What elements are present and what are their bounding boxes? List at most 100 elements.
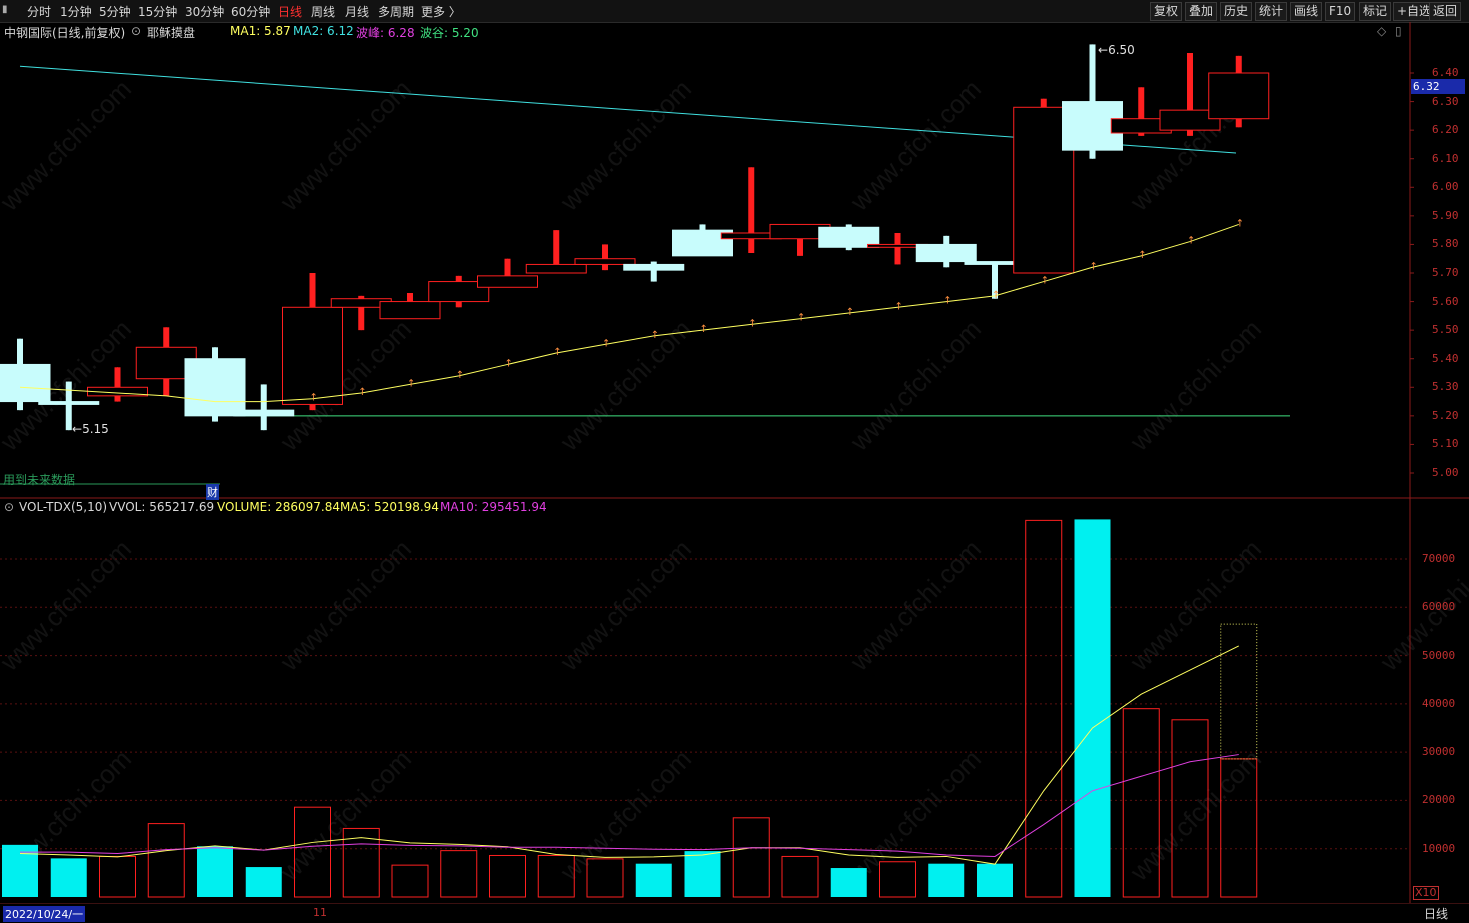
candle-upper-shadow (260, 384, 267, 411)
current-price-tag: 6.32 (1411, 79, 1465, 94)
price-tick-label: 6.40 (1432, 66, 1459, 79)
candle-upper-shadow (1040, 98, 1047, 108)
cursor-date: 2022/10/24/一 (3, 906, 86, 922)
price-tick-label: 5.50 (1432, 323, 1459, 337)
candle-lower-shadow (943, 261, 950, 268)
finance-icon[interactable]: 财 (206, 484, 219, 500)
period-label[interactable]: 日线 (1424, 905, 1448, 922)
vol-ma5-value: MA5: 520198.94 (340, 500, 439, 514)
candle-upper-shadow (17, 338, 23, 365)
price-tick-label: 5.80 (1432, 237, 1459, 251)
ma1-marker: ↑ (895, 301, 903, 312)
volume-bar (1220, 758, 1258, 898)
volume-bar (586, 858, 624, 898)
candle-upper-shadow (699, 224, 706, 231)
volume-bar (391, 864, 429, 898)
volume-bar (684, 851, 721, 897)
candle-upper-shadow (845, 224, 852, 228)
price-tick-label: 6.30 (1432, 94, 1459, 108)
volume-estimate-box (1220, 623, 1258, 760)
candle-lower-shadow (163, 378, 170, 396)
candle-upper-shadow (309, 273, 316, 308)
volume-bar (294, 806, 331, 898)
candle-body (623, 263, 685, 271)
candle-upper-shadow (943, 235, 950, 245)
candle-lower-shadow (1089, 150, 1096, 159)
ma1-marker: ↑ (992, 290, 1000, 301)
ma1-marker: ↑ (1138, 250, 1146, 261)
candle-lower-shadow (309, 404, 316, 411)
ma1-marker: ↑ (748, 318, 756, 329)
volume-bar (879, 861, 916, 898)
high-value: 6.50 (1108, 43, 1135, 57)
candle-body (915, 243, 977, 263)
volume-bar (50, 858, 87, 897)
candle-body (477, 275, 538, 288)
candle-body (0, 363, 51, 403)
price-tick-label: 5.10 (1432, 437, 1459, 451)
vol-ma10-value: MA10: 295451.94 (440, 500, 547, 514)
price-tick-label: 5.40 (1432, 351, 1459, 365)
volume-bar (1122, 708, 1160, 898)
candle-lower-shadow (1138, 133, 1145, 136)
ma1-marker: ↑ (846, 307, 854, 318)
candle-upper-shadow (650, 261, 657, 265)
indicator-name[interactable]: VOL-TDX(5,10) (19, 500, 107, 514)
candle-lower-shadow (65, 404, 72, 431)
volume-bar (2, 844, 38, 897)
ma1-marker: ↑ (700, 324, 708, 335)
volume-unit: X10 (1413, 886, 1439, 900)
volume-bar (977, 863, 1013, 897)
candle-lower-shadow (748, 238, 755, 253)
price-tick-label: 5.90 (1432, 208, 1459, 222)
volume-ma5-line (19, 645, 1239, 865)
price-tick-label: 5.60 (1432, 294, 1459, 308)
volume-tick-label: 10000 (1422, 841, 1456, 855)
high-marker: ←6.50 (1098, 43, 1135, 57)
ma1-marker: ↑ (797, 313, 805, 324)
volume-tick-label: 40000 (1422, 696, 1456, 710)
candle-body (574, 258, 636, 265)
candle-upper-shadow (65, 381, 72, 402)
candle-lower-shadow (1187, 130, 1193, 136)
low-value: 5.15 (82, 422, 109, 436)
candle-lower-shadow (797, 238, 803, 256)
candle-lower-shadow (845, 247, 852, 251)
candle-upper-shadow (407, 293, 413, 302)
candle-upper-shadow (894, 233, 901, 245)
ma1-marker: ↑ (1187, 236, 1195, 247)
candle-upper-shadow (602, 244, 608, 259)
candle-lower-shadow (260, 415, 267, 431)
ma1-marker: ↑ (602, 338, 610, 349)
price-tick-label: 5.00 (1432, 466, 1459, 479)
volume-value: VOLUME: 286097.84 (217, 500, 340, 514)
candle-upper-shadow (358, 295, 365, 299)
volume-bar (489, 854, 526, 898)
candle-lower-shadow (894, 247, 901, 265)
indicator-dropdown-icon[interactable]: ⊙ (4, 500, 14, 514)
volume-bar (635, 863, 672, 897)
ma1-marker: ↑ (943, 296, 951, 307)
ma1-marker: ↑ (456, 370, 464, 381)
candle-upper-shadow (553, 230, 560, 265)
candle-lower-shadow (212, 415, 218, 422)
candle-body (184, 358, 246, 417)
candlestick-chart[interactable]: ↑ ↑ ↑ ↑ ↑ ↑ ↑ ↑ ↑ ↑ ↑ ↑ ↑ ↑ ↑ ↑ ↑ ↑ ↑ ↑ (0, 0, 1469, 922)
volume-ma10-line (20, 754, 1239, 857)
volume-bar (1074, 519, 1111, 897)
ma1-marker: ↑ (553, 347, 561, 358)
ma1-marker: ↑ (1041, 276, 1049, 287)
ma1-marker: ↑ (358, 387, 366, 398)
volume-bar (147, 823, 185, 898)
volume-bar (440, 850, 478, 898)
candle-body (233, 409, 295, 417)
volume-bar (1171, 719, 1209, 898)
candle-lower-shadow (602, 264, 608, 271)
volume-tick-label: 30000 (1422, 745, 1456, 759)
low-marker: ←5.15 (72, 422, 109, 436)
ma1-marker: ↑ (1090, 261, 1098, 272)
price-tick-label: 6.20 (1432, 123, 1459, 137)
candle-lower-shadow (455, 301, 462, 308)
vvol-value: VVOL: 565217.69 (109, 500, 215, 514)
ma1-marker: ↑ (651, 330, 659, 341)
